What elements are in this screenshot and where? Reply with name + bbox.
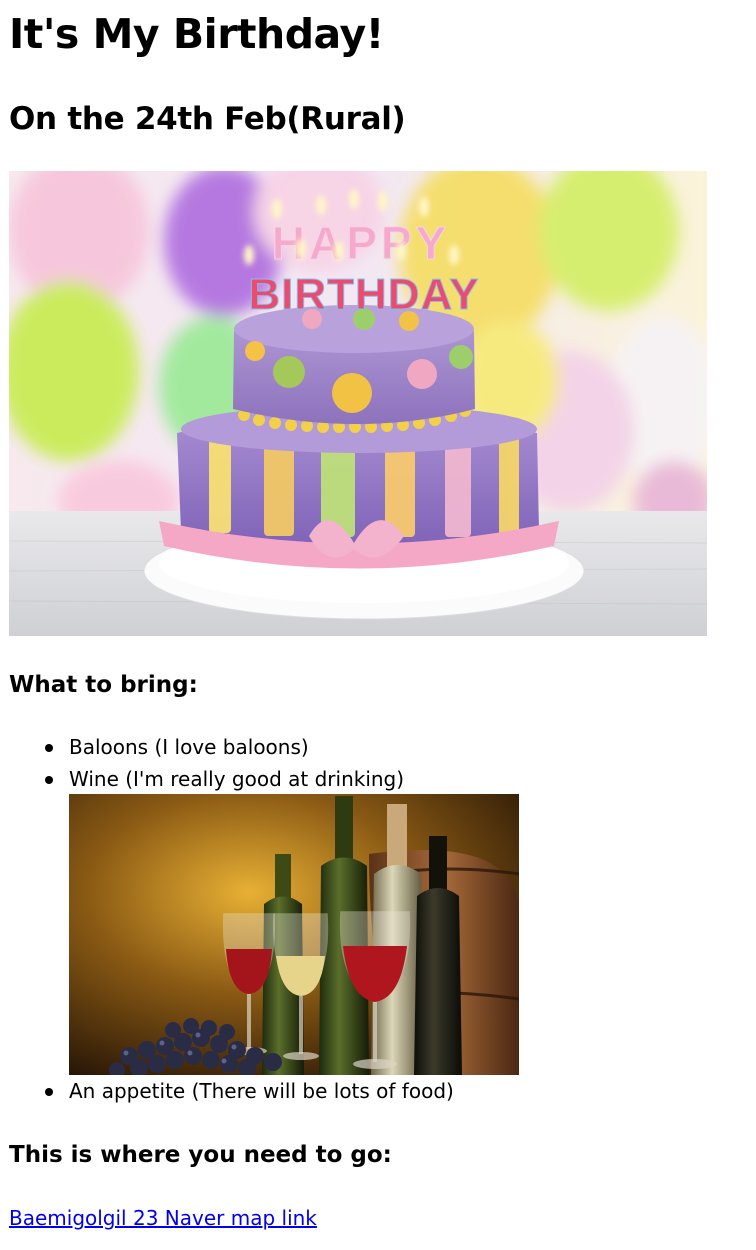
list-item-label: An appetite (There will be lots of food) <box>69 1079 454 1103</box>
list-item: Wine (I'm really good at drinking) <box>9 763 709 1075</box>
directions-heading: This is where you need to go: <box>9 1142 392 1168</box>
list-item: An appetite (There will be lots of food) <box>9 1075 709 1107</box>
bullet-icon <box>45 744 53 752</box>
page-title: It's My Birthday! <box>9 10 384 58</box>
list-item-label: Wine (I'm really good at drinking) <box>69 767 405 791</box>
birthday-cake-image: HAPPY BIRTHDAY <box>9 171 707 636</box>
naver-map-link[interactable]: Baemigolgil 23 Naver map link <box>9 1202 317 1234</box>
what-to-bring-heading: What to bring: <box>9 672 198 698</box>
list-item: Baloons (I love baloons) <box>9 731 709 763</box>
wine-image <box>69 794 519 1075</box>
list-item-label: Baloons (I love baloons) <box>69 735 309 759</box>
event-date-heading: On the 24th Feb(Rural) <box>9 101 406 137</box>
cake-text-birthday: BIRTHDAY <box>248 270 479 319</box>
bullet-icon <box>45 776 53 784</box>
bring-list: Baloons (I love baloons) Wine (I'm reall… <box>9 731 709 1107</box>
bullet-icon <box>45 1088 53 1096</box>
